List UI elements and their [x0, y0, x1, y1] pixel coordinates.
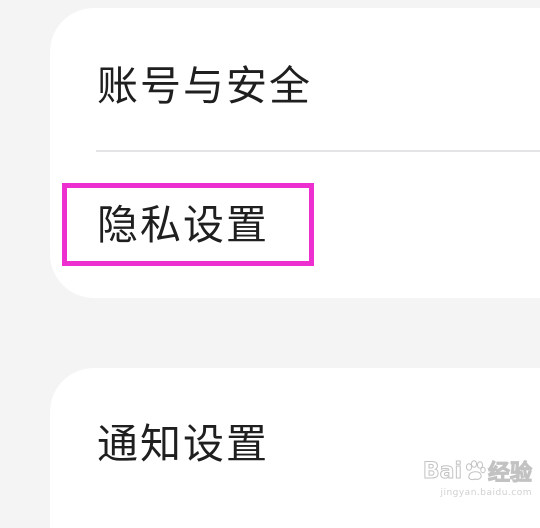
settings-item-label: 通知设置 — [97, 420, 269, 468]
annotation-highlight-box — [62, 183, 314, 266]
watermark-logo: Bai 经验 — [422, 455, 532, 487]
settings-item-label: 账号与安全 — [97, 62, 312, 110]
paw-icon — [465, 460, 486, 481]
settings-item-account-security[interactable]: 账号与安全 — [50, 40, 540, 120]
divider — [96, 150, 540, 152]
watermark-brand-left: Bai — [422, 458, 462, 484]
watermark: Bai 经验 jingyan.baidu.com — [422, 455, 532, 498]
watermark-url: jingyan.baidu.com — [440, 488, 532, 498]
watermark-brand-right: 经验 — [487, 461, 532, 487]
